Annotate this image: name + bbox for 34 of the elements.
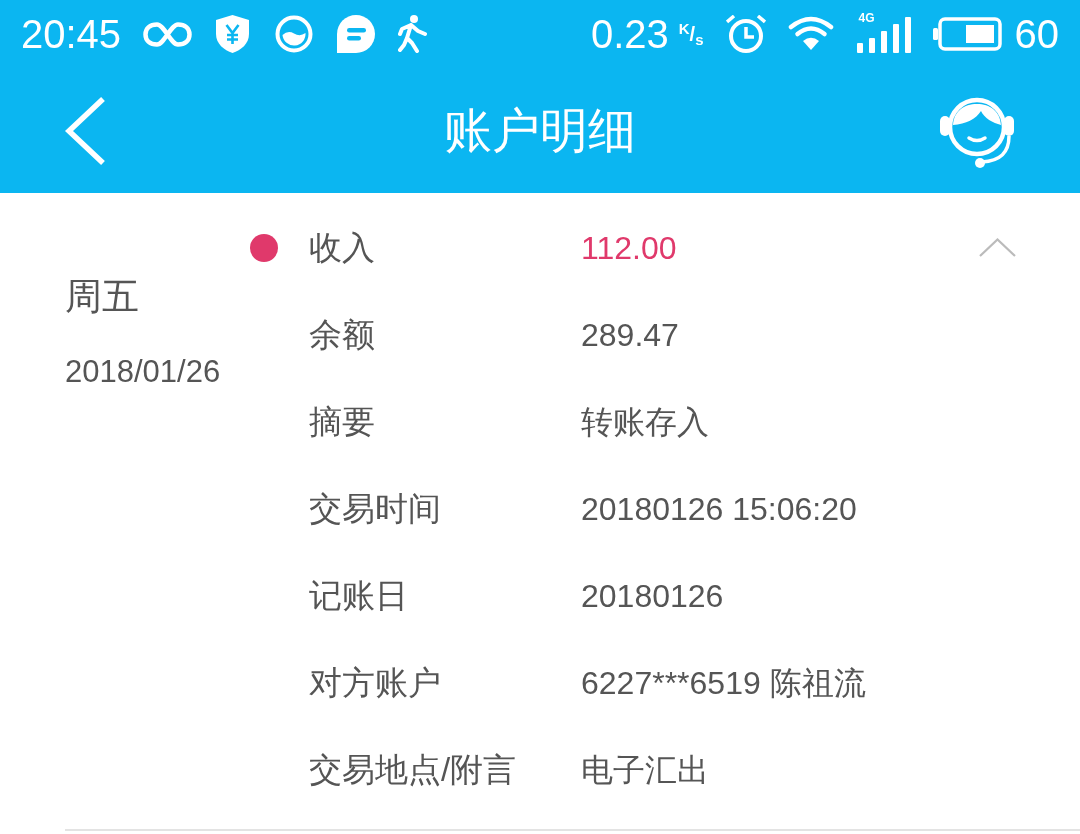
field-label: 记账日 [309,579,408,612]
circle-wave-icon [275,15,314,53]
field-value: 20180126 15:06:20 [581,492,857,525]
field-value: 289.47 [581,318,679,351]
collapse-button[interactable] [979,238,1016,257]
back-button[interactable] [64,95,106,166]
chat-bubble-icon [337,15,376,53]
shield-yen-icon [216,15,250,53]
field-label: 收入 [309,231,375,264]
field-value: 6227***6519 陈祖流 [581,666,866,699]
infinity-icon [143,19,193,49]
battery-percent: 60 [1014,14,1059,54]
field-label: 交易地点/附言 [309,753,517,786]
network-type-label: 4G [858,12,875,24]
field-label: 交易时间 [309,492,441,525]
field-value: 电子汇出 [581,753,709,786]
wifi-icon [787,16,834,52]
speed-unit: $^{K}$/$_{s}$ [678,24,704,44]
weekday-label: 周五 [65,275,139,319]
date-label: 2018/01/26 [65,354,221,390]
alarm-clock-icon [725,14,766,54]
clock-time: 20:45 [21,14,122,54]
walking-person-icon [398,15,428,53]
amount-value: 112.00 [581,231,677,264]
field-label: 余额 [309,318,375,351]
network-speed: 0.23 [590,14,669,54]
field-value: 20180126 [581,579,724,612]
chevron-up-icon [979,238,1016,257]
battery-icon [932,17,1002,51]
field-label: 对方账户 [309,666,441,699]
field-label: 摘要 [309,405,375,438]
back-chevron-icon [64,95,106,166]
page-title: 账户明细 [444,106,636,155]
field-value: 转账存入 [581,405,709,438]
